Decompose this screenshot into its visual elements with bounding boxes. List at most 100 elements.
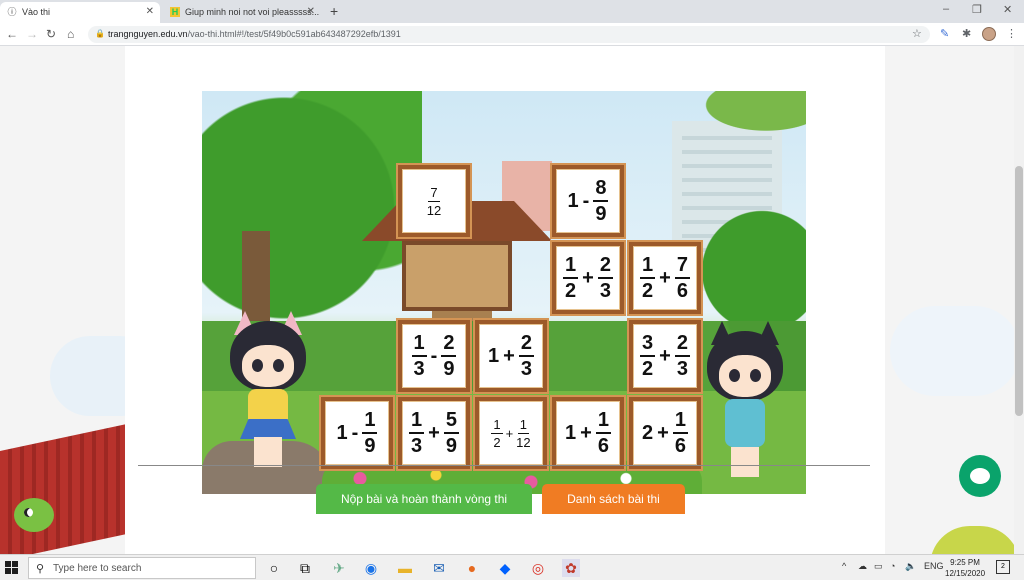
search-icon: ⚲ <box>36 563 45 575</box>
tray-app-icon[interactable]: ☁ <box>858 561 867 572</box>
math-expression: 1 3 +5 9 <box>409 410 459 456</box>
tile-10[interactable]: 1 2 +1 12 <box>475 397 547 469</box>
denominator: 3 <box>676 358 688 380</box>
decor-roof <box>0 424 125 554</box>
denominator: 3 <box>599 280 611 302</box>
math-expression: 1 2 +7 6 <box>640 255 690 301</box>
extensions-puzzle-icon[interactable]: ✱ <box>962 27 971 40</box>
tab-title: Giup minh noi not voi pleasssss... <box>185 7 320 17</box>
url-bar[interactable]: 🔒 trangnguyen.edu.vn/vao-thi.html#!/test… <box>88 26 930 43</box>
operator: + <box>428 421 440 444</box>
close-tab-icon[interactable]: ✕ <box>146 6 154 17</box>
close-window-button[interactable]: ✕ <box>1003 3 1012 16</box>
tray-chevron-icon[interactable]: ^ <box>842 561 846 571</box>
task-view-icon[interactable]: ⧉ <box>296 559 314 577</box>
tab-giup-minh[interactable]: H Giup minh noi not voi pleasssss... ✕ <box>163 2 321 23</box>
numerator: 8 <box>593 178 609 202</box>
tile-2[interactable]: 1-89 <box>552 165 624 237</box>
home-icon[interactable]: ⌂ <box>67 27 74 41</box>
integer: 1 <box>565 421 577 444</box>
denominator: 9 <box>443 358 455 380</box>
numerator: 2 <box>674 333 690 357</box>
denominator: 12 <box>426 202 442 218</box>
app-icon[interactable]: ✈ <box>330 559 348 577</box>
denominator: 2 <box>642 358 654 380</box>
decor-bush <box>930 526 1020 554</box>
fraction: 12 <box>640 255 656 301</box>
edge-icon[interactable]: ◉ <box>362 559 380 577</box>
notifications-badge[interactable]: 2 <box>996 560 1010 574</box>
lock-icon: 🔒 <box>95 29 105 38</box>
operator: + <box>659 266 671 289</box>
numerator: 1 <box>491 416 503 434</box>
denominator: 2 <box>565 280 577 302</box>
windows-start-icon[interactable] <box>5 561 18 574</box>
tab-vao-thi[interactable]: ⓘ Vào thi ✕ <box>0 2 160 23</box>
scene-pagoda <box>402 241 512 311</box>
clock-time: 9:25 PM <box>950 558 980 567</box>
chat-widget-button[interactable] <box>959 455 1001 497</box>
test-list-button[interactable]: Danh sách bài thi <box>542 484 685 514</box>
tile-11[interactable]: 1 +1 6 <box>552 397 624 469</box>
tile-7[interactable]: 3 2 +2 3 <box>629 320 701 392</box>
translate-extension-icon[interactable]: ✎ <box>940 27 949 40</box>
tile-4[interactable]: 1 2 +7 6 <box>629 242 701 314</box>
bookmark-star-icon[interactable]: ☆ <box>912 27 922 40</box>
tile-9[interactable]: 1 3 +5 9 <box>398 397 470 469</box>
tile-3[interactable]: 1 2 +2 3 <box>552 242 624 314</box>
numerator: 7 <box>674 255 690 279</box>
game-board: 7 12 1-89 1 2 +2 3 1 2 +7 6 13-29 1 +2 3 3 2 +2 3 1-… <box>202 91 806 494</box>
fraction: 89 <box>593 178 609 224</box>
scrollbar-thumb[interactable] <box>1015 166 1023 416</box>
reload-icon[interactable]: ↻ <box>46 27 56 41</box>
operator: + <box>582 266 594 289</box>
maximize-button[interactable]: ❐ <box>972 3 982 16</box>
new-tab-button[interactable]: + <box>330 3 338 19</box>
forward-arrow-icon[interactable]: → <box>26 27 38 41</box>
url-path: /vao-thi.html#!/test/5f49b0c591ab6434872… <box>187 29 401 39</box>
menu-kebab-icon[interactable]: ⋮ <box>1006 27 1017 40</box>
chat-icon <box>970 468 990 484</box>
battery-icon[interactable]: ▭ <box>874 561 883 572</box>
dropbox-icon[interactable]: ◆ <box>496 559 514 577</box>
math-expression: 2 +1 6 <box>642 410 688 456</box>
denominator: 3 <box>413 358 425 380</box>
numerator: 1 <box>595 410 611 434</box>
url-host: trangnguyen.edu.vn <box>108 29 188 39</box>
language-indicator[interactable]: ENG <box>924 561 944 571</box>
operator: - <box>582 189 590 212</box>
denominator: 2 <box>493 434 501 450</box>
taskbar-search-input[interactable]: ⚲ Type here to search <box>28 557 256 579</box>
back-arrow-icon[interactable]: ← <box>6 27 18 41</box>
browser-tab-bar: ⓘ Vào thi ✕ H Giup minh noi not voi plea… <box>0 0 1024 23</box>
integer: 1 <box>488 344 500 367</box>
numerator: 1 <box>640 255 656 279</box>
math-expression: 1 2 +1 12 <box>491 416 531 450</box>
tile-6[interactable]: 1 +2 3 <box>475 320 547 392</box>
minimize-button[interactable]: – <box>943 3 949 15</box>
tile-8[interactable]: 1-19 <box>321 397 393 469</box>
file-explorer-icon[interactable]: ▬ <box>396 559 414 577</box>
firefox-icon[interactable]: ● <box>463 559 481 577</box>
wifi-icon[interactable]: ◔ <box>890 561 895 571</box>
numerator: 1 <box>411 333 427 357</box>
taskbar-clock[interactable]: 9:25 PM 12/15/2020 <box>945 557 985 579</box>
tile-1[interactable]: 7 12 <box>398 165 470 237</box>
volume-icon[interactable]: 🔈 <box>905 561 916 572</box>
operator: + <box>580 421 592 444</box>
close-tab-icon[interactable]: ✕ <box>307 6 315 17</box>
denominator: 6 <box>676 280 688 302</box>
tile-5[interactable]: 13-29 <box>398 320 470 392</box>
fraction: 16 <box>595 410 611 456</box>
cortana-icon[interactable]: ○ <box>265 559 283 577</box>
tile-12[interactable]: 2 +1 6 <box>629 397 701 469</box>
fraction: 23 <box>518 333 534 379</box>
mail-icon[interactable]: ✉ <box>430 559 448 577</box>
math-expression: 1-89 <box>568 178 609 224</box>
app-active-icon[interactable]: ✿ <box>562 559 580 577</box>
profile-avatar[interactable] <box>982 27 996 41</box>
chrome-icon[interactable]: ◎ <box>529 559 547 577</box>
page-scrollbar[interactable] <box>1014 46 1024 554</box>
submit-and-finish-button[interactable]: Nộp bài và hoàn thành vòng thi <box>316 484 532 514</box>
fraction: 13 <box>411 333 427 380</box>
